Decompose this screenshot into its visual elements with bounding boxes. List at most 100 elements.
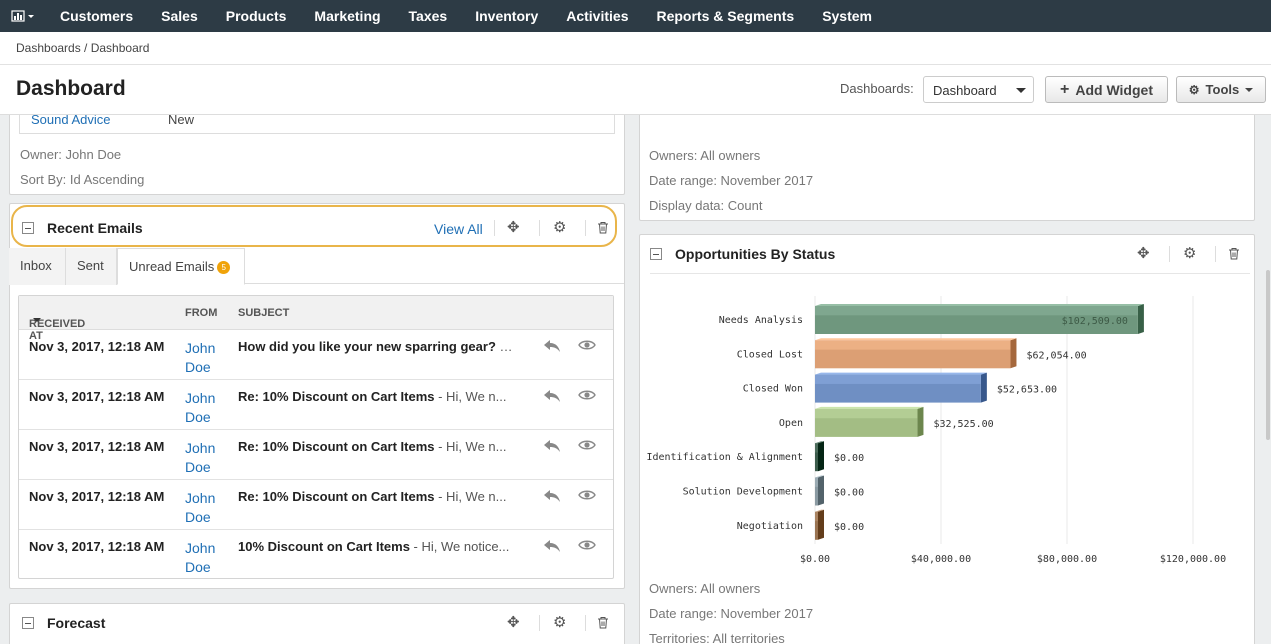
email-from-link[interactable]: John Doe <box>185 489 225 527</box>
owners-text: Owners: All owners <box>649 148 761 163</box>
bar-highlight <box>815 340 1011 350</box>
email-from-link[interactable]: John Doe <box>185 339 225 377</box>
nav-activities[interactable]: Activities <box>552 0 642 32</box>
trash-icon[interactable] <box>1228 247 1240 263</box>
tab-sent[interactable]: Sent <box>66 248 117 285</box>
view-all-link[interactable]: View All <box>434 221 483 237</box>
from-last-name: Doe <box>185 359 211 375</box>
email-received-at: Nov 3, 2017, 12:18 AM <box>29 389 165 404</box>
nav-system[interactable]: System <box>808 0 886 32</box>
bar-side <box>917 406 924 437</box>
tab-inbox[interactable]: Inbox <box>9 248 66 285</box>
tab-unread-emails[interactable]: Unread Emails 5 <box>117 248 245 285</box>
email-subject[interactable]: How did you like your new sparring gear?… <box>238 339 516 354</box>
eye-icon[interactable] <box>578 339 596 354</box>
eye-icon[interactable] <box>578 439 596 454</box>
bar-side <box>818 441 824 472</box>
nav-reports-segments[interactable]: Reports & Segments <box>642 0 808 32</box>
gear-icon[interactable]: ⚙ <box>553 220 566 235</box>
chart-territories-text: Territories: All territories <box>649 631 785 644</box>
bar-side <box>818 475 824 506</box>
bar-side <box>1137 304 1144 334</box>
email-row[interactable]: Nov 3, 2017, 12:18 AM John Doe Re: 10% Disc… <box>19 430 613 480</box>
x-tick-label: $80,000.00 <box>1037 554 1097 565</box>
bar-highlight <box>815 443 818 453</box>
email-subject[interactable]: Re: 10% Discount on Cart Items - Hi, We … <box>238 439 516 454</box>
trash-icon[interactable] <box>597 221 609 237</box>
move-icon[interactable]: ✥ <box>507 615 520 630</box>
collapse-icon[interactable] <box>22 617 34 629</box>
divider <box>539 615 540 631</box>
email-row[interactable]: Nov 3, 2017, 12:18 AM John Doe Re: 10% Disc… <box>19 380 613 430</box>
category-label: Solution Development <box>683 487 803 498</box>
nav-sales[interactable]: Sales <box>147 0 212 32</box>
from-last-name: Doe <box>185 409 211 425</box>
email-row[interactable]: Nov 3, 2017, 12:18 AM John Doe Re: 10% Disc… <box>19 480 613 530</box>
dashboard-select-value: Dashboard <box>933 83 997 98</box>
category-label: Identification & Alignment <box>646 452 803 463</box>
plus-icon: + <box>1060 80 1070 98</box>
nav-marketing[interactable]: Marketing <box>300 0 394 32</box>
bar-highlight <box>815 477 818 487</box>
reply-icon[interactable] <box>543 339 561 356</box>
gear-icon[interactable]: ⚙ <box>1183 246 1196 261</box>
x-tick-label: $0.00 <box>800 554 830 565</box>
bar-top <box>815 338 1017 341</box>
email-row[interactable]: Nov 3, 2017, 12:18 AM John Doe 10% Discount… <box>19 530 613 580</box>
page-scrollbar[interactable] <box>1266 270 1270 440</box>
nav-products[interactable]: Products <box>212 0 301 32</box>
tools-button[interactable]: ⚙ Tools <box>1176 76 1266 103</box>
reply-icon[interactable] <box>543 439 561 456</box>
add-widget-button[interactable]: + Add Widget <box>1045 76 1168 103</box>
email-from-link[interactable]: John Doe <box>185 539 225 577</box>
eye-icon[interactable] <box>578 389 596 404</box>
from-first-name: John <box>185 540 216 556</box>
value-label: $0.00 <box>834 488 864 499</box>
sort-text: Sort By: Id Ascending <box>20 172 145 187</box>
move-icon[interactable]: ✥ <box>507 220 520 235</box>
trash-icon[interactable] <box>597 616 609 632</box>
opportunities-title: Opportunities By Status <box>675 245 836 262</box>
reply-icon[interactable] <box>543 389 561 406</box>
breadcrumb[interactable]: Dashboards / Dashboard <box>0 32 1271 65</box>
email-row[interactable]: Nov 3, 2017, 12:18 AM John Doe How did you … <box>19 330 613 380</box>
collapse-icon[interactable] <box>650 247 662 260</box>
from-first-name: John <box>185 390 216 406</box>
divider <box>585 220 586 236</box>
value-label: $102,509.00 <box>1062 316 1128 327</box>
email-subject[interactable]: 10% Discount on Cart Items - Hi, We noti… <box>238 539 516 554</box>
reply-icon[interactable] <box>543 489 561 506</box>
display-data-text: Display data: Count <box>649 198 763 213</box>
email-tabs: Inbox Sent Unread Emails 5 <box>9 248 624 285</box>
reply-icon[interactable] <box>543 539 561 556</box>
email-subject[interactable]: Re: 10% Discount on Cart Items - Hi, We … <box>238 389 516 404</box>
x-tick-label: $120,000.00 <box>1160 554 1226 565</box>
dashboard-select[interactable]: Dashboard <box>923 76 1034 103</box>
bar-highlight <box>815 306 1138 316</box>
bar-chart-icon[interactable] <box>0 0 46 32</box>
divider <box>585 615 586 631</box>
bar-top <box>815 304 1144 306</box>
email-received-at: Nov 3, 2017, 12:18 AM <box>29 489 165 504</box>
divider <box>1169 246 1170 262</box>
eye-icon[interactable] <box>578 539 596 554</box>
page-title: Dashboard <box>16 77 126 100</box>
move-icon[interactable]: ✥ <box>1137 246 1150 261</box>
tools-label: Tools <box>1205 82 1240 97</box>
nav-customers[interactable]: Customers <box>46 0 147 32</box>
email-from-link[interactable]: John Doe <box>185 389 225 427</box>
divider <box>1215 246 1216 262</box>
collapse-icon[interactable] <box>22 222 34 234</box>
nav-inventory[interactable]: Inventory <box>461 0 552 32</box>
value-label: $0.00 <box>834 453 864 464</box>
email-preview-text: - Hi, We n... <box>434 439 507 454</box>
eye-icon[interactable] <box>578 489 596 504</box>
gear-icon[interactable]: ⚙ <box>553 615 566 630</box>
email-subject[interactable]: Re: 10% Discount on Cart Items - Hi, We … <box>238 489 516 504</box>
nav-taxes[interactable]: Taxes <box>395 0 462 32</box>
email-from-link[interactable]: John Doe <box>185 439 225 477</box>
email-subject-text: 10% Discount on Cart Items <box>238 539 410 554</box>
tab-unread-label: Unread Emails <box>129 259 215 274</box>
value-label: $62,054.00 <box>1026 350 1086 361</box>
recent-emails-header: Recent Emails <box>22 208 617 248</box>
